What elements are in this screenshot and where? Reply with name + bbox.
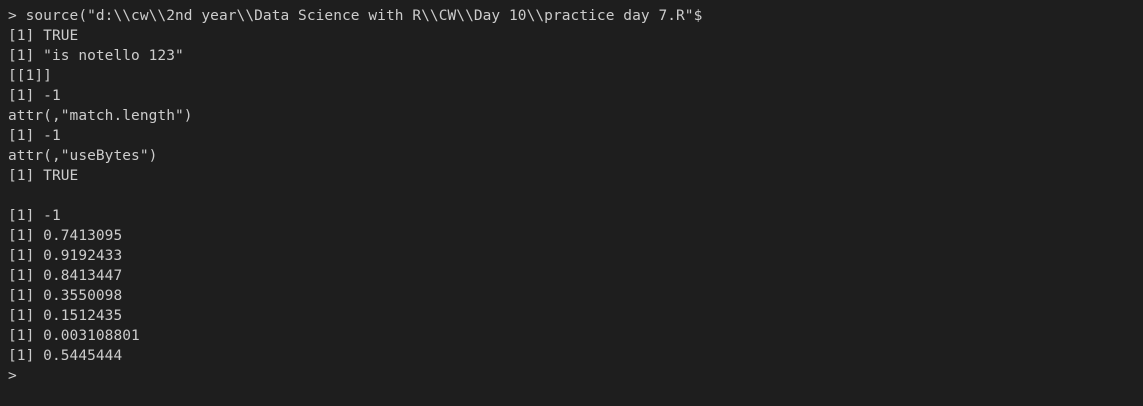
console-output-line: [1] TRUE [8, 168, 79, 184]
console-output-line: [1] 0.003108801 [8, 328, 140, 344]
console-output-line: [1] 0.8413447 [8, 268, 123, 284]
console-prompt[interactable]: > [8, 366, 1143, 386]
console-output-line: [1] TRUE [8, 28, 79, 44]
r-console-terminal[interactable]: > source("d:\\cw\\2nd year\\Data Science… [0, 0, 1143, 406]
console-output-line: [1] 0.1512435 [8, 308, 123, 324]
console-output-line: [1] -1 [8, 128, 61, 144]
console-output-line: [1] 0.3550098 [8, 288, 123, 304]
console-output-line: [[1]] [8, 68, 52, 84]
console-output-line: [1] -1 [8, 88, 61, 104]
console-output-line: attr(,"useBytes") [8, 148, 158, 164]
console-command-line: > source("d:\\cw\\2nd year\\Data Science… [8, 8, 703, 24]
console-output-line: [1] "is notello 123" [8, 48, 184, 64]
console-output-line: [1] 0.7413095 [8, 228, 123, 244]
console-output-line: [1] 0.5445444 [8, 348, 123, 364]
console-output-line: [1] 0.9192433 [8, 248, 123, 264]
console-output-line: attr(,"match.length") [8, 108, 193, 124]
console-output-line: [1] -1 [8, 208, 61, 224]
